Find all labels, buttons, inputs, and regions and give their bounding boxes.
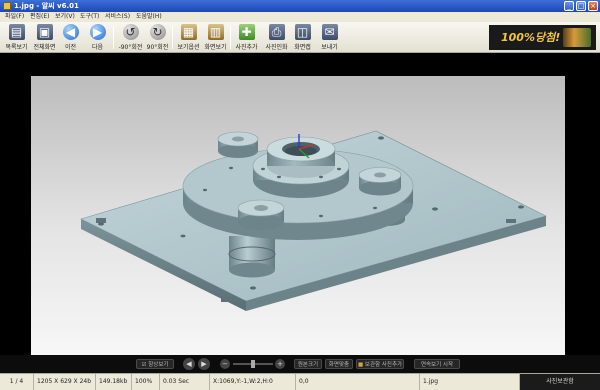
toolbar-separator	[230, 26, 231, 49]
zoom-in-button[interactable]: +	[275, 359, 285, 369]
menu-service[interactable]: 서비스(S)	[105, 12, 130, 22]
menu-tools[interactable]: 도구(T)	[80, 12, 99, 22]
menu-edit[interactable]: 편집(E)	[30, 12, 50, 22]
rotate-left-label: -90°회전	[118, 44, 143, 51]
zoom-level: 100%	[132, 374, 160, 390]
rotate-left-icon: ↺	[122, 24, 139, 40]
menu-file[interactable]: 파일(F)	[5, 12, 24, 22]
original-size-button[interactable]: 원본크기	[294, 359, 322, 369]
capture-icon: ◫	[294, 24, 311, 40]
viewer-controls: ☑ 항상보기 ◀ ▶ − + 원본크기 화면맞춤 ■ 보관함 사진추가 연속보기…	[0, 355, 600, 373]
file-name: 1.jpg	[420, 374, 520, 390]
zoom-slider[interactable]	[233, 360, 273, 368]
maximize-button[interactable]: □	[576, 1, 586, 11]
slideshow-icon: ▥	[207, 24, 224, 40]
view-options-icon: ▦	[180, 24, 197, 40]
puck-right	[358, 167, 402, 196]
minus-icon: −	[222, 360, 228, 368]
fit-screen-button[interactable]: 화면맞춤	[325, 359, 353, 369]
next-button[interactable]: ▶ 다음	[84, 23, 111, 52]
chevron-right-icon: ▶	[201, 360, 207, 368]
print-photo-label: 사진인화	[265, 44, 288, 51]
menu-view[interactable]: 보기(V)	[55, 12, 75, 22]
prev-image-button[interactable]: ◀	[183, 358, 195, 370]
always-show-label: 항상보기	[148, 362, 169, 368]
file-size: 149.18kb	[96, 374, 132, 390]
load-time: 0.03 Sec	[160, 374, 210, 390]
save-to-album-label: 보관함 사진추가	[364, 362, 403, 368]
slideshow-button[interactable]: ▥ 화면보기	[202, 23, 229, 52]
chevron-left-icon: ◀	[186, 360, 192, 368]
next-label: 다음	[91, 44, 104, 51]
page-indicator: 1 / 4	[0, 374, 34, 390]
lower-column	[228, 236, 276, 278]
ad-banner[interactable]: 100%당첨!	[489, 25, 596, 50]
window-title: 1.jpg - 알씨 v6.01	[14, 2, 79, 10]
rotate-left-button[interactable]: ↺ -90°회전	[117, 23, 144, 52]
arrow-left-icon: ◀	[62, 24, 79, 40]
send-button[interactable]: ✉ 보내기	[316, 23, 343, 52]
view-options-button[interactable]: ▦ 보기옵션	[175, 23, 202, 52]
minimize-button[interactable]: _	[564, 1, 574, 11]
add-photo-icon: ✚	[238, 24, 255, 40]
app-icon	[3, 2, 11, 10]
printer-icon: ⎙	[268, 24, 285, 40]
album-icon: ■	[357, 362, 365, 368]
menu-bar: 파일(F) 편집(E) 보기(V) 도구(T) 서비스(S) 도움말(H)	[0, 12, 600, 22]
rotate-right-button[interactable]: ↻ 90°회전	[144, 23, 171, 52]
add-photo-label: 사진추가	[235, 44, 258, 51]
title-bar: 1.jpg - 알씨 v6.01 _ □ ×	[0, 0, 600, 12]
arrow-right-icon: ▶	[89, 24, 106, 40]
save-to-album-button[interactable]: ■ 보관함 사진추가	[356, 359, 404, 369]
full-screen-label: 전체화면	[33, 44, 56, 51]
print-photo-button[interactable]: ⎙ 사진인화	[263, 23, 290, 52]
image-dimensions: 1205 X 629 X 24b	[34, 374, 96, 390]
prev-label: 이전	[64, 44, 77, 51]
capture-button[interactable]: ◫ 화면캡	[289, 23, 316, 52]
full-screen-button[interactable]: ▣ 전체화면	[31, 23, 58, 52]
toolbar-separator	[113, 26, 114, 49]
photo-album-link[interactable]: 사진보관함	[520, 374, 600, 390]
full-screen-icon: ▣	[36, 24, 53, 40]
plus-icon: +	[277, 360, 283, 368]
rotate-right-icon: ↻	[149, 24, 166, 40]
always-show-toggle[interactable]: ☑ 항상보기	[136, 359, 174, 369]
cursor-coordinates: X:1069,Y:-1,W:2,H:0	[210, 374, 296, 390]
add-photo-button[interactable]: ✚ 사진추가	[233, 23, 260, 52]
status-bar: 1 / 4 1205 X 629 X 24b 149.18kb 100% 0.0…	[0, 373, 600, 390]
slideshow-start-button[interactable]: 연속보기 시작	[414, 359, 460, 369]
displayed-photo	[31, 76, 565, 355]
send-label: 보내기	[321, 44, 338, 51]
capture-label: 화면캡	[294, 44, 311, 51]
view-options-label: 보기옵션	[177, 44, 200, 51]
list-view-icon: ▤	[8, 24, 25, 40]
zoom-slider-handle[interactable]	[251, 360, 255, 368]
puck-front	[237, 199, 285, 230]
image-viewer[interactable]	[0, 53, 600, 355]
selection-value: 0,0	[296, 374, 420, 390]
prev-button[interactable]: ◀ 이전	[57, 23, 84, 52]
puck-left	[217, 131, 259, 158]
list-view-button[interactable]: ▤ 목록보기	[3, 23, 30, 52]
app-window: 1.jpg - 알씨 v6.01 _ □ × 파일(F) 편집(E) 보기(V)…	[0, 0, 600, 390]
ad-text: 100%당첨!	[501, 31, 561, 44]
next-image-button[interactable]: ▶	[198, 358, 210, 370]
zoom-out-button[interactable]: −	[220, 359, 230, 369]
close-button[interactable]: ×	[588, 1, 598, 11]
menu-help[interactable]: 도움말(H)	[136, 12, 162, 22]
slideshow-label: 화면보기	[204, 44, 227, 51]
send-icon: ✉	[321, 24, 338, 40]
rotate-right-label: 90°회전	[146, 44, 169, 51]
list-view-label: 목록보기	[5, 44, 28, 51]
toolbar-separator	[172, 26, 173, 49]
ad-image	[563, 28, 591, 47]
